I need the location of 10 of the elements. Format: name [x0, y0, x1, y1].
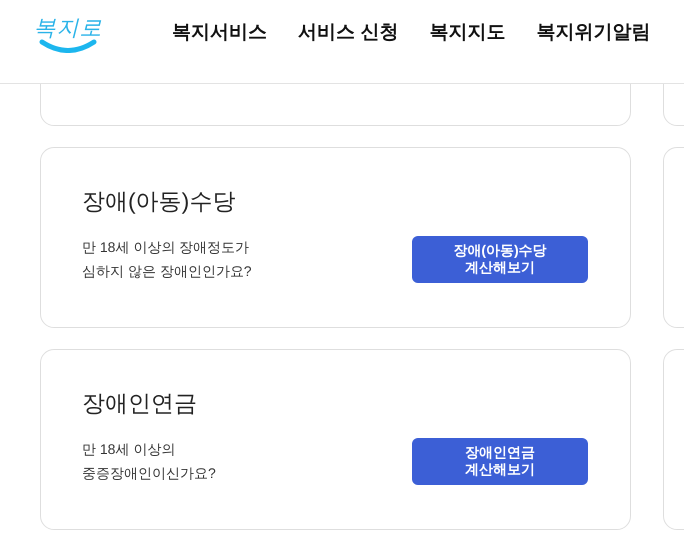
card-title: 장애(아동)수당 — [82, 187, 236, 216]
card-title: 장애인연금 — [82, 389, 198, 418]
nav-link[interactable]: 복지위기알림 — [536, 18, 650, 44]
calculate-button[interactable]: 장애인연금 계산해보기 — [412, 438, 588, 484]
card-description: 만 18세 이상의 장애정도가 심하지 않은 장애인인가요? — [82, 238, 252, 281]
calculate-button[interactable]: 장애(아동)수당 계산해보기 — [412, 236, 588, 282]
nav-link[interactable]: 복지지도 — [429, 18, 506, 44]
card-description: 만 18세 이상의 중증장애인이신가요? — [82, 440, 216, 483]
nav-link[interactable]: 복지서비스 — [172, 18, 267, 44]
nav-link[interactable]: 서비스 신청 — [298, 18, 398, 44]
